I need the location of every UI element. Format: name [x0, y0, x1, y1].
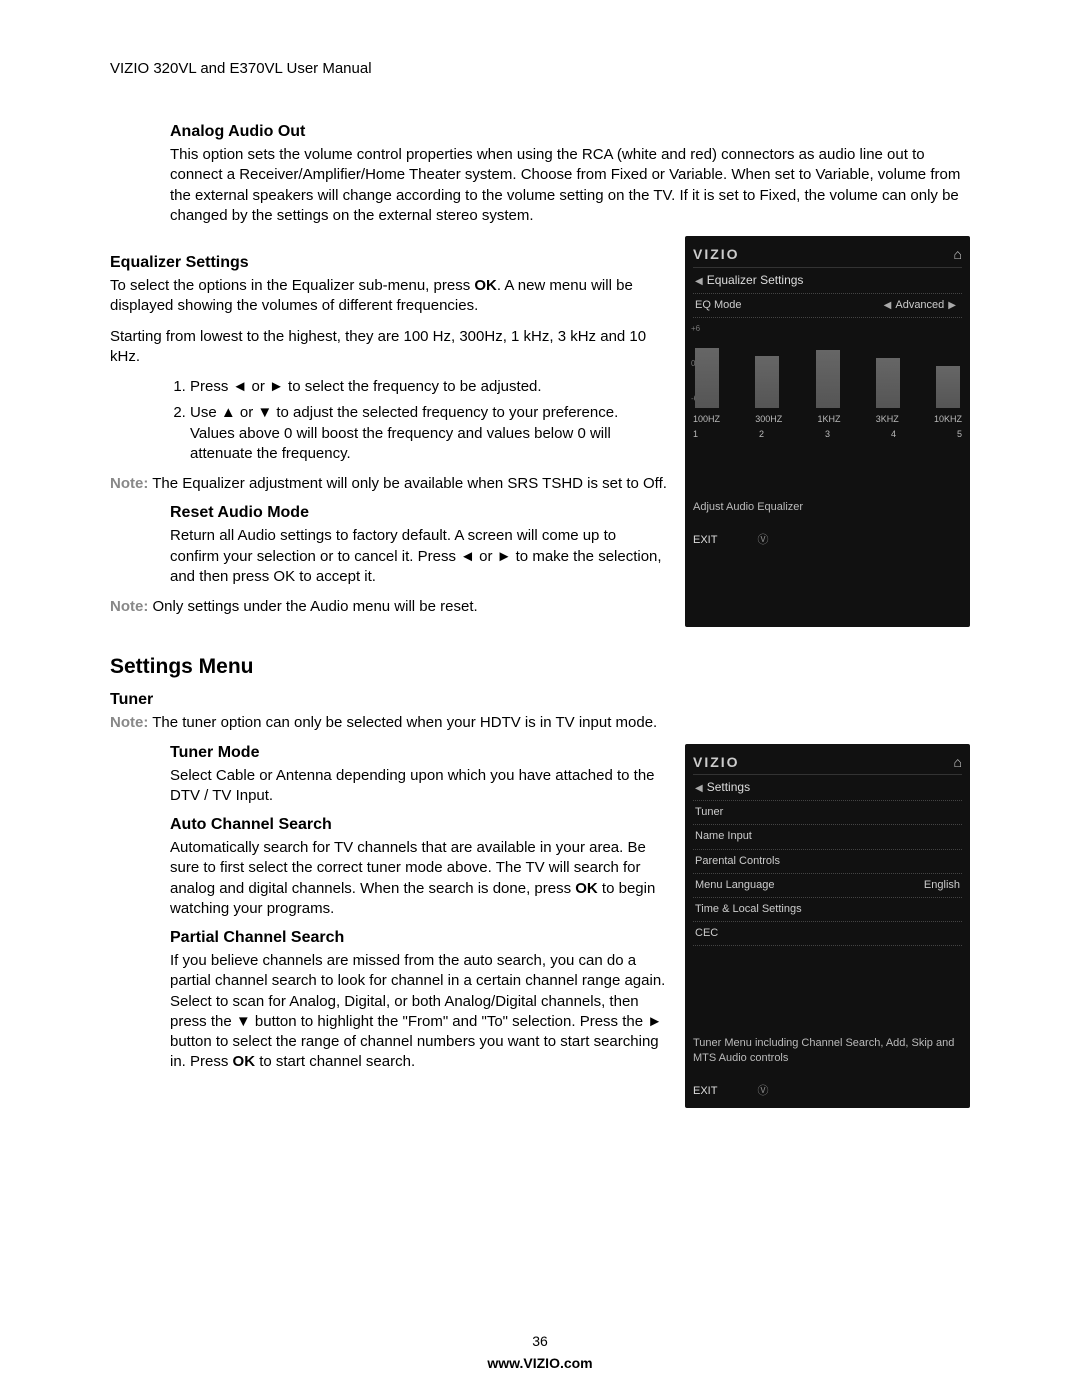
vizio-logo: VIZIO [693, 754, 740, 771]
eq-note-body: The Equalizer adjustment will only be av… [148, 475, 667, 492]
equalizer-settings-heading: Equalizer Settings [110, 254, 667, 272]
page-footer: 36 www.VIZIO.com [0, 1333, 1080, 1371]
tv-menu-row: Tuner [693, 801, 962, 825]
exit-label: EXIT [693, 1085, 717, 1098]
ok-text: OK [233, 1053, 256, 1070]
tv1-title: Equalizer Settings [707, 273, 804, 287]
equalizer-p2: Starting from lowest to the highest, the… [110, 327, 667, 368]
eq-freq-label: 3KHZ [876, 414, 899, 425]
note-label: Note: [110, 598, 148, 615]
footer-url: www.VIZIO.com [487, 1355, 592, 1371]
tv-menu-label: Menu Language [695, 879, 775, 892]
left-arrow-icon: ◀ [884, 300, 892, 312]
left-arrow-icon: ◀ [695, 783, 703, 795]
tv-menu-row: Name Input [693, 825, 962, 849]
tv-menu-row: Time & Local Settings [693, 898, 962, 922]
tv-menu-label: Name Input [695, 830, 752, 843]
tuner-note: Note: The tuner option can only be selec… [110, 713, 970, 733]
eq-freq-label: 300HZ [755, 414, 782, 425]
partial-channel-body: If you believe channels are missed from … [170, 951, 667, 1073]
eq-bar [876, 358, 900, 408]
tv-menu-row: CEC [693, 922, 962, 946]
eq-mode-value: Advanced [895, 299, 944, 311]
analog-audio-out-body: This option sets the volume control prop… [170, 145, 970, 226]
ok-text: OK [575, 880, 598, 897]
eq-mode-label: EQ Mode [695, 299, 741, 312]
eq-bar [755, 356, 779, 408]
note-label: Note: [110, 475, 148, 492]
page-number: 36 [0, 1333, 1080, 1349]
eq-note: Note: The Equalizer adjustment will only… [110, 474, 667, 494]
eq-bar [936, 366, 960, 408]
tv-title-row: ◀ Settings [693, 775, 962, 801]
tuner-mode-body: Select Cable or Antenna depending upon w… [170, 766, 667, 807]
ok-text: OK [474, 277, 497, 294]
eq-bar [695, 348, 719, 408]
vizio-logo: VIZIO [693, 246, 740, 263]
eq-freq-num: 1 [693, 429, 698, 440]
tv-menu-label: Parental Controls [695, 855, 780, 868]
right-arrow-icon: ▶ [948, 300, 956, 312]
auto-channel-heading: Auto Channel Search [170, 816, 667, 834]
left-arrow-icon: ◀ [695, 276, 703, 288]
eq-freq-num: 4 [891, 429, 896, 440]
equalizer-p1a: To select the options in the Equalizer s… [110, 277, 474, 294]
page-header: VIZIO 320VL and E370VL User Manual [110, 60, 970, 77]
reset-audio-heading: Reset Audio Mode [170, 504, 667, 522]
tuner-heading: Tuner [110, 691, 970, 709]
reset-audio-body: Return all Audio settings to factory def… [170, 526, 667, 587]
home-icon: ⌂ [954, 246, 962, 263]
tv-screenshot-settings: VIZIO ⌂ ◀ Settings Tuner Name Input Parenta… [685, 744, 970, 1109]
settings-menu-heading: Settings Menu [110, 655, 970, 679]
eq-graph: +60-6 100HZ300HZ1KHZ3KHZ10KHZ 12345 [693, 324, 962, 440]
tv2-title: Settings [707, 780, 750, 794]
exit-label: EXIT [693, 534, 717, 547]
eq-freq-num: 2 [759, 429, 764, 440]
partial-channel-body-b: to start channel search. [255, 1053, 415, 1070]
tv2-help-text: Tuner Menu including Channel Search, Add… [693, 1036, 962, 1065]
eq-freq-label: 10KHZ [934, 414, 962, 425]
eq-freq-num: 3 [825, 429, 830, 440]
reset-note: Note: Only settings under the Audio menu… [110, 597, 667, 617]
equalizer-p1: To select the options in the Equalizer s… [110, 276, 667, 317]
tv-screenshot-equalizer: VIZIO ⌂ ◀Equalizer Settings EQ Mode ◀Adv… [685, 236, 970, 627]
eq-freq-label: 1KHZ [817, 414, 840, 425]
eq-mode-row: EQ Mode ◀Advanced ▶ [693, 294, 962, 318]
eq-freq-num: 5 [957, 429, 962, 440]
vizio-v-icon: Ⓥ [757, 1085, 768, 1098]
tuner-note-body: The tuner option can only be selected wh… [148, 714, 657, 731]
tv1-help-text: Adjust Audio Equalizer [693, 500, 962, 514]
analog-audio-out-heading: Analog Audio Out [170, 123, 970, 141]
eq-bar [816, 350, 840, 408]
note-label: Note: [110, 714, 148, 731]
tv-menu-row: Menu Language English [693, 874, 962, 898]
home-icon: ⌂ [954, 754, 962, 771]
tv-menu-label: CEC [695, 927, 718, 940]
vizio-v-icon: Ⓥ [757, 534, 768, 547]
tv-title-row: ◀ Equalizer Settings [693, 268, 962, 294]
eq-step-2: Use ▲ or ▼ to adjust the selected freque… [190, 403, 667, 464]
partial-channel-heading: Partial Channel Search [170, 929, 667, 947]
reset-note-body: Only settings under the Audio menu will … [148, 598, 477, 615]
tv-menu-label: Time & Local Settings [695, 903, 802, 916]
tuner-mode-heading: Tuner Mode [170, 744, 667, 762]
eq-step-1: Press ◄ or ► to select the frequency to … [190, 377, 667, 397]
tv-menu-row: Parental Controls [693, 850, 962, 874]
tv-menu-label: Tuner [695, 806, 723, 819]
tv-menu-value: English [924, 879, 960, 892]
eq-freq-label: 100HZ [693, 414, 720, 425]
auto-channel-body: Automatically search for TV channels tha… [170, 838, 667, 919]
